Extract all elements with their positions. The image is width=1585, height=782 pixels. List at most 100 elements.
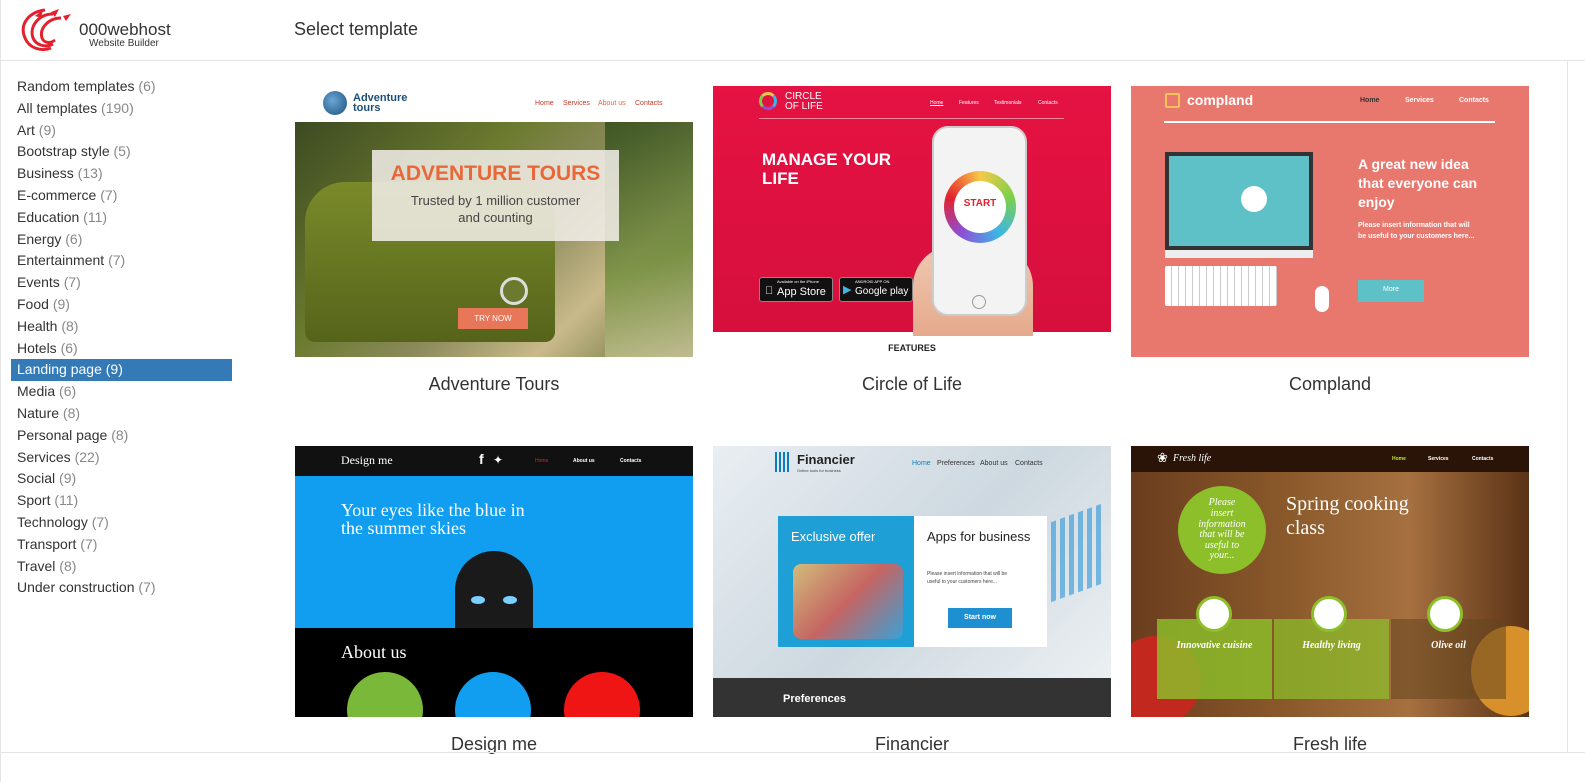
category-count: (5)	[113, 143, 131, 160]
category-count: (9)	[38, 121, 56, 138]
template-thumbnail[interactable]: ❀ Fresh life Home Services Contacts Plea…	[1131, 446, 1529, 717]
category-item[interactable]: Art (9)	[11, 120, 232, 142]
preview-headline: Spring cooking	[1286, 493, 1409, 515]
category-count: (11)	[83, 208, 108, 225]
template-thumbnail[interactable]: Design me f ✦ Home About us Contacts You…	[295, 446, 693, 717]
category-item[interactable]: Random templates (6)	[11, 76, 232, 98]
preview-headline: ADVENTURE TOURS	[390, 162, 601, 185]
preview-nav-item: Contacts	[620, 458, 642, 464]
category-item[interactable]: Hotels (6)	[11, 338, 232, 360]
feature-icon	[1427, 596, 1463, 632]
person-head	[455, 551, 533, 628]
category-item[interactable]: Health (8)	[11, 316, 232, 338]
preview-nav-item: Home	[930, 100, 944, 106]
category-item[interactable]: Education (11)	[11, 207, 232, 229]
template-card-circle-of-life[interactable]: CIRCLE OF LIFE Home Features Testimonial…	[713, 86, 1111, 396]
monitor-base	[1165, 250, 1313, 258]
preview-logo: Design me	[341, 453, 393, 467]
category-count: (8)	[62, 404, 81, 421]
app-frame: 000webhost Website Builder Select templa…	[0, 0, 1585, 782]
category-item[interactable]: Sport (11)	[11, 490, 232, 512]
category-item[interactable]: Social (9)	[11, 468, 232, 490]
team-avatar	[564, 672, 640, 717]
category-item[interactable]: Bootstrap style (5)	[11, 141, 232, 163]
header: 000webhost Website Builder Select templa…	[1, 0, 1585, 61]
category-count: (7)	[80, 535, 98, 552]
preview-logo: compland	[1187, 92, 1254, 108]
leaf-logo-icon: ❀	[1157, 450, 1168, 465]
preview-section-heading: Preferences	[783, 693, 846, 705]
category-item[interactable]: Entertainment (7)	[11, 250, 232, 272]
category-count: (9)	[105, 361, 123, 378]
content-scroll-edge	[1567, 61, 1568, 752]
category-count: (7)	[108, 252, 126, 269]
category-count: (22)	[74, 448, 100, 465]
template-name[interactable]: Compland	[1131, 374, 1529, 395]
preview-subtext: and counting	[458, 210, 533, 225]
preview-logo: OF LIFE	[785, 101, 823, 112]
category-item[interactable]: Nature (8)	[11, 403, 232, 425]
template-card-compland[interactable]: compland Home Services Contacts A great …	[1131, 86, 1529, 396]
template-card-adventure-tours[interactable]: Adventure tours Home Services About us C…	[295, 86, 693, 396]
preview-headline: the summer skies	[341, 518, 466, 538]
template-name[interactable]: Adventure Tours	[295, 374, 693, 395]
category-count: (11)	[54, 492, 79, 509]
category-item[interactable]: All templates (190)	[11, 98, 232, 120]
category-item[interactable]: E-commerce (7)	[11, 185, 232, 207]
twitter-icon: ✦	[493, 453, 504, 467]
template-card-fresh-life[interactable]: ❀ Fresh life Home Services Contacts Plea…	[1131, 446, 1529, 754]
category-item[interactable]: Energy (6)	[11, 229, 232, 251]
monitor-illustration	[1165, 152, 1313, 250]
preview-headline: enjoy	[1358, 194, 1395, 210]
template-thumbnail[interactable]: Financier Online tools for business Home…	[713, 446, 1111, 717]
category-item[interactable]: Media (6)	[11, 381, 232, 403]
category-item[interactable]: Personal page (8)	[11, 425, 232, 447]
monitor-circle	[1241, 186, 1267, 212]
preview-nav-item: Home	[912, 460, 931, 467]
category-label: Random templates	[17, 78, 135, 94]
category-count: (9)	[59, 470, 77, 487]
category-label: Events	[17, 274, 60, 291]
000webhost-logo-icon	[21, 8, 71, 52]
category-item[interactable]: Services (22)	[11, 447, 232, 469]
preview-nav-item: Contacts	[1459, 97, 1489, 104]
template-thumbnail[interactable]: Adventure tours Home Services About us C…	[295, 86, 693, 357]
category-item[interactable]: Travel (8)	[11, 556, 232, 578]
category-item[interactable]: Events (7)	[11, 272, 232, 294]
category-label: Travel	[17, 557, 56, 574]
category-item[interactable]: Technology (7)	[11, 512, 232, 534]
template-thumbnail[interactable]: compland Home Services Contacts A great …	[1131, 86, 1529, 357]
preview-circle-text: that will be	[1199, 529, 1245, 540]
team-avatar	[455, 672, 531, 717]
play-icon: ▶	[843, 284, 852, 296]
footer-divider	[1, 752, 1585, 753]
template-thumbnail[interactable]: CIRCLE OF LIFE Home Features Testimonial…	[713, 86, 1111, 357]
category-count: (8)	[111, 426, 129, 443]
preview-nav-item: Services	[563, 100, 590, 107]
preview-logo: Fresh life	[1173, 453, 1212, 464]
category-item[interactable]: Under construction (7)	[11, 577, 232, 599]
preview-nav-item: Features	[959, 100, 979, 106]
category-item[interactable]: Landing page (9)	[11, 359, 232, 382]
category-item[interactable]: Business (13)	[11, 163, 232, 185]
category-item[interactable]: Food (9)	[11, 294, 232, 316]
feature-icon	[1311, 596, 1347, 632]
preview-illustration	[793, 564, 903, 639]
preview-nav-item: Contacts	[635, 100, 663, 107]
badge-label: App Store	[777, 286, 826, 298]
category-label: Bootstrap style	[17, 143, 110, 160]
preview-section-heading: FEATURES	[888, 343, 936, 353]
preview-divider	[759, 118, 1064, 119]
category-count: (6)	[60, 339, 78, 356]
preview-cta-label: Start now	[964, 614, 996, 621]
preview-cta-label: TRY NOW	[474, 314, 512, 323]
template-card-design-me[interactable]: Design me f ✦ Home About us Contacts You…	[295, 446, 693, 754]
team-avatar	[347, 672, 423, 717]
template-name[interactable]: Circle of Life	[713, 374, 1111, 395]
template-card-financier[interactable]: Financier Online tools for business Home…	[713, 446, 1111, 754]
keyboard-illustration	[1165, 266, 1277, 306]
preview-headline: that everyone can	[1358, 175, 1478, 191]
preview-nav-item: Home	[535, 100, 554, 107]
feature-icon	[1196, 596, 1232, 632]
category-item[interactable]: Transport (7)	[11, 534, 232, 556]
